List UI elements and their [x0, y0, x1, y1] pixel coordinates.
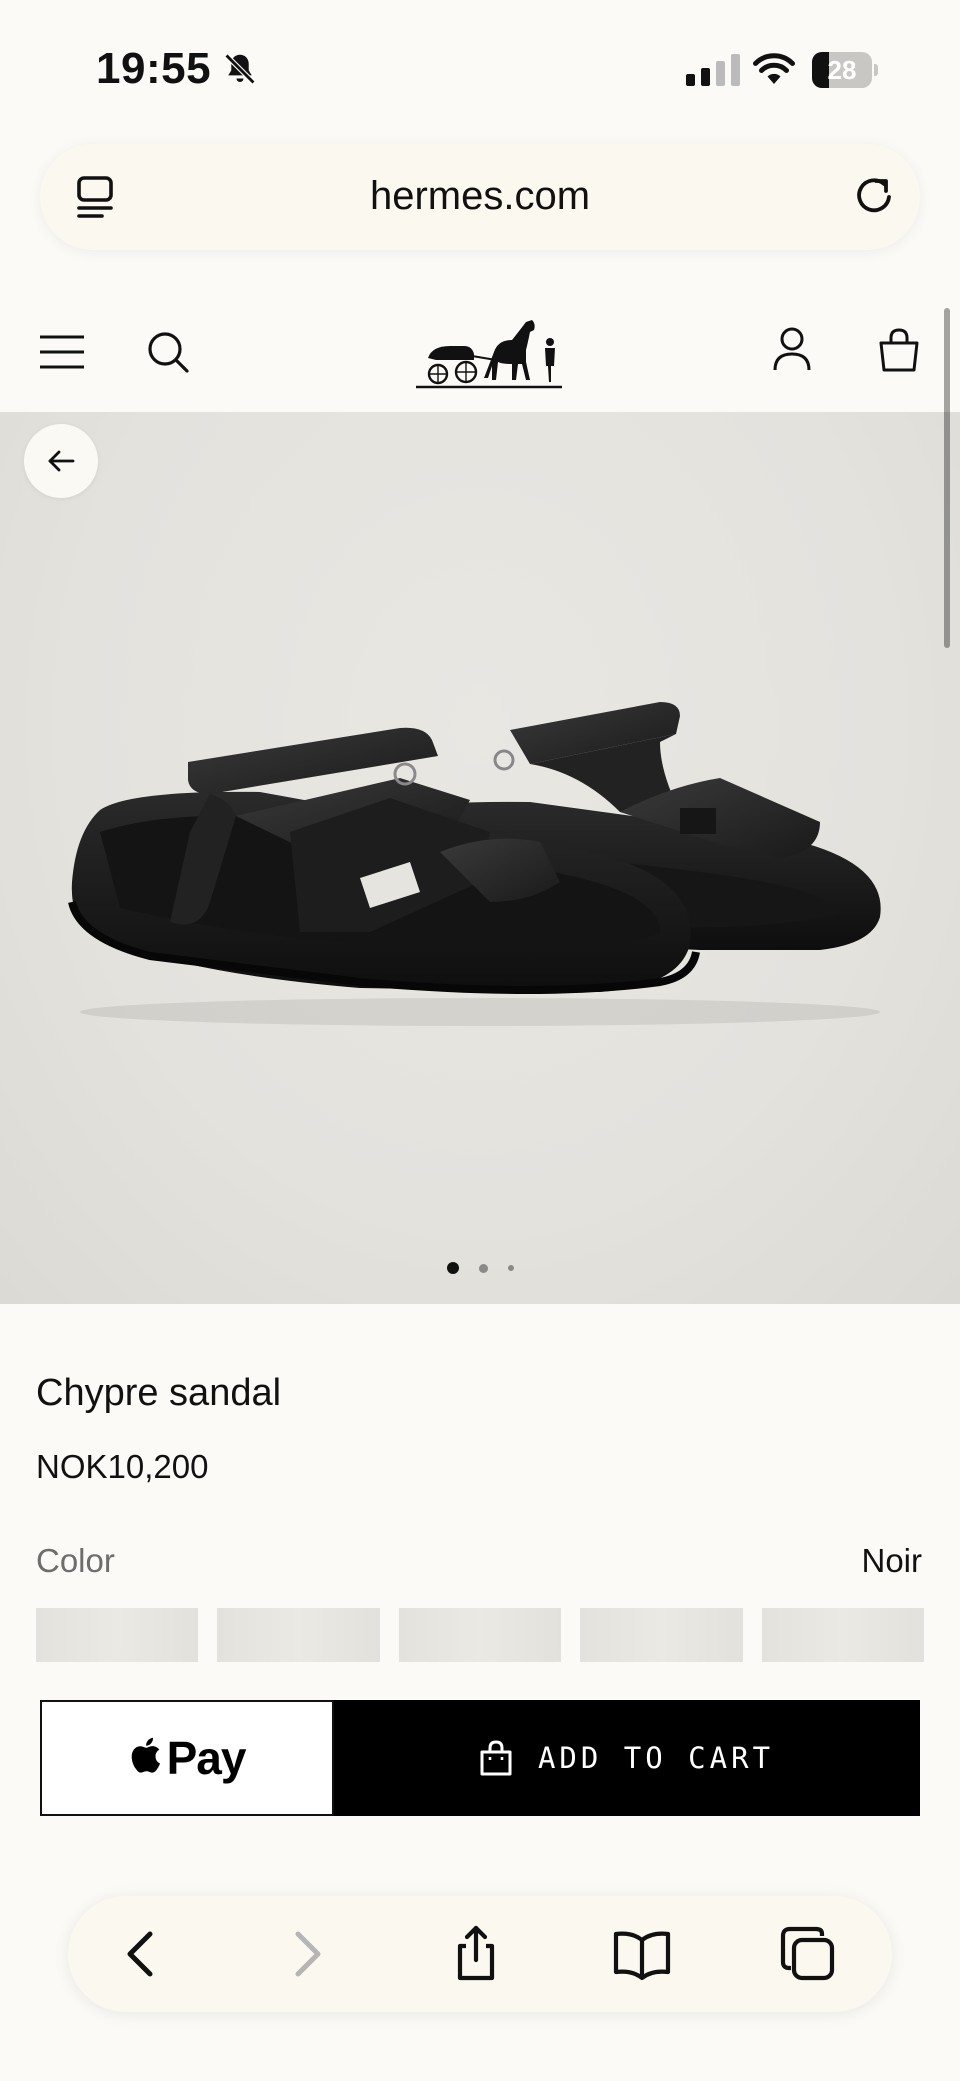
- color-swatch[interactable]: [580, 1608, 743, 1662]
- product-photo-sandals: [68, 702, 881, 1026]
- gallery-dot-2[interactable]: [478, 1263, 488, 1273]
- hermes-carriage-logo[interactable]: [414, 310, 564, 398]
- page-scrollbar[interactable]: [944, 308, 950, 648]
- color-swatch[interactable]: [217, 1608, 380, 1662]
- share-icon: [457, 1925, 495, 1981]
- chevron-right-icon: [295, 1931, 321, 1977]
- gallery-dot-3[interactable]: [507, 1265, 514, 1271]
- battery-icon: 28: [812, 52, 878, 88]
- bookmarks-icon: [613, 1931, 671, 1981]
- color-label: Color: [36, 1542, 115, 1579]
- url-text[interactable]: hermes.com: [40, 174, 920, 219]
- site-header: [0, 290, 960, 412]
- cellular-signal-icon: [686, 54, 740, 86]
- product-price: NOK10,200: [36, 1448, 209, 1485]
- menu-icon[interactable]: [40, 334, 84, 370]
- battery-percentage: 28: [827, 55, 857, 85]
- product-title: Chypre sandal: [36, 1372, 282, 1414]
- chevron-left-icon: [127, 1931, 153, 1977]
- account-icon[interactable]: [772, 326, 812, 372]
- address-bar[interactable]: hermes.com: [40, 144, 920, 250]
- gallery-pagination: [0, 1262, 960, 1274]
- clock: 19:55: [96, 44, 259, 94]
- shopping-bag-icon: [480, 1740, 512, 1776]
- arrow-left-icon: [48, 450, 75, 472]
- toolbar-forward-button[interactable]: [276, 1924, 336, 1984]
- apple-logo-icon: [131, 1737, 160, 1773]
- add-to-cart-label: ADD TO CART: [537, 1741, 775, 1775]
- silent-bell-icon: [224, 53, 256, 85]
- toolbar-back-button[interactable]: [112, 1924, 172, 1984]
- color-swatch[interactable]: [36, 1608, 199, 1662]
- toolbar-share-button[interactable]: [446, 1924, 506, 1984]
- browser-toolbar: [68, 1896, 892, 2012]
- color-swatch[interactable]: [761, 1608, 925, 1662]
- product-image-gallery[interactable]: [0, 412, 960, 1304]
- add-to-cart-button[interactable]: ADD TO CART: [334, 1700, 920, 1816]
- toolbar-tabs-button[interactable]: [778, 1924, 838, 1984]
- shopping-bag-icon[interactable]: [878, 326, 920, 372]
- color-value: Noir: [861, 1542, 922, 1579]
- search-icon[interactable]: [146, 330, 190, 374]
- clock-time: 19:55: [96, 44, 212, 93]
- color-swatch[interactable]: [398, 1608, 562, 1662]
- toolbar-bookmarks-button[interactable]: [612, 1924, 672, 1984]
- apple-pay-label: Pay: [166, 1732, 247, 1784]
- color-swatch-row: [36, 1608, 925, 1662]
- apple-pay-button[interactable]: Pay: [40, 1700, 334, 1816]
- page: 19:55 28 hermes.com Chypre sandal NOK10,…: [0, 0, 960, 2081]
- wifi-icon: [753, 53, 795, 84]
- gallery-dot-1[interactable]: [446, 1262, 459, 1274]
- tabs-icon: [780, 1926, 835, 1981]
- reload-icon[interactable]: [850, 172, 898, 220]
- gallery-back-button[interactable]: [24, 424, 98, 498]
- status-bar: 19:55 28: [0, 0, 960, 140]
